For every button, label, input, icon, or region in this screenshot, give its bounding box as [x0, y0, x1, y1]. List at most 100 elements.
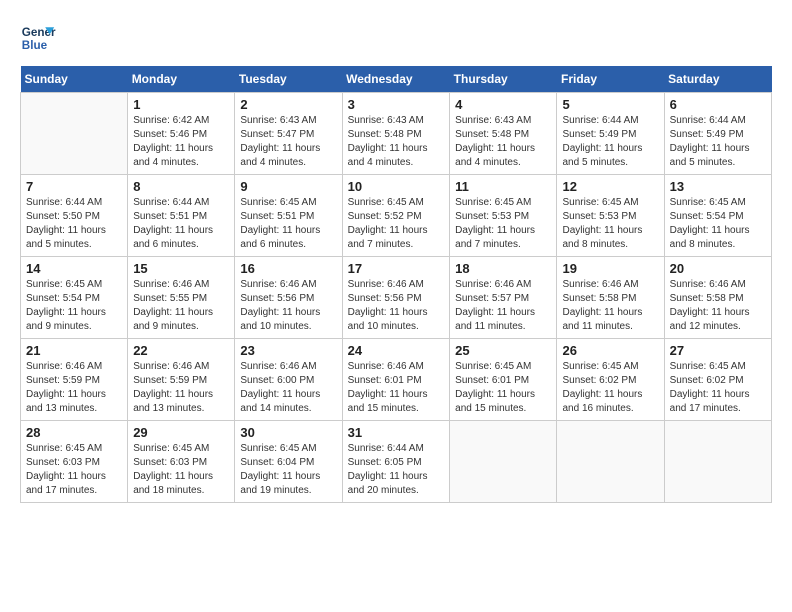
day-info: Sunrise: 6:46 AM Sunset: 5:59 PM Dayligh… — [133, 360, 229, 416]
day-number: 7 — [26, 179, 122, 194]
calendar-cell: 23Sunrise: 6:46 AM Sunset: 6:00 PM Dayli… — [235, 339, 342, 421]
day-number: 26 — [562, 343, 658, 358]
calendar-cell: 8 Sunrise: 6:44 AM Sunset: 5:51 PM Daylig… — [128, 175, 235, 257]
day-number: 5 — [562, 97, 658, 112]
calendar-body: 1 Sunrise: 6:42 AM Sunset: 5:46 PM Daylig… — [21, 93, 772, 503]
day-number: 22 — [133, 343, 229, 358]
day-number: 29 — [133, 425, 229, 440]
calendar-cell: 20 Sunrise: 6:46 AM Sunset: 5:58 PM Dayli… — [664, 257, 771, 339]
day-info: Sunrise: 6:44 AM Sunset: 5:49 PM Dayligh… — [670, 114, 766, 170]
week-row-2: 7Sunrise: 6:44 AM Sunset: 5:50 PM Daylig… — [21, 175, 772, 257]
week-row-3: 14Sunrise: 6:45 AM Sunset: 5:54 PM Dayli… — [21, 257, 772, 339]
day-info: Sunrise: 6:45 AM Sunset: 6:02 PM Dayligh… — [562, 360, 658, 416]
day-number: 8 — [133, 179, 229, 194]
calendar-cell: 16 Sunrise: 6:46 AM Sunset: 5:56 PM Dayli… — [235, 257, 342, 339]
day-info: Sunrise: 6:45 AM Sunset: 6:03 PM Dayligh… — [26, 442, 122, 498]
day-info: Sunrise: 6:44 AM Sunset: 6:05 PM Dayligh… — [348, 442, 445, 498]
day-number: 27 — [670, 343, 766, 358]
weekday-wednesday: Wednesday — [342, 66, 450, 93]
day-info: Sunrise: 6:44 AM Sunset: 5:49 PM Dayligh… — [562, 114, 658, 170]
calendar-cell: 26 Sunrise: 6:45 AM Sunset: 6:02 PM Dayli… — [557, 339, 664, 421]
day-info: Sunrise: 6:45 AM Sunset: 6:02 PM Dayligh… — [670, 360, 766, 416]
day-info: Sunrise: 6:45 AM Sunset: 6:04 PM Dayligh… — [240, 442, 336, 498]
day-info: Sunrise: 6:45 AM Sunset: 5:53 PM Dayligh… — [455, 196, 551, 252]
day-info: Sunrise: 6:45 AM Sunset: 5:53 PM Dayligh… — [562, 196, 658, 252]
logo-icon: General Blue — [20, 20, 56, 56]
weekday-sunday: Sunday — [21, 66, 128, 93]
weekday-thursday: Thursday — [450, 66, 557, 93]
week-row-4: 21 Sunrise: 6:46 AM Sunset: 5:59 PM Dayli… — [21, 339, 772, 421]
day-number: 16 — [240, 261, 336, 276]
day-number: 2 — [240, 97, 336, 112]
day-number: 31 — [348, 425, 445, 440]
day-info: Sunrise: 6:45 AM Sunset: 5:51 PM Dayligh… — [240, 196, 336, 252]
day-number: 21 — [26, 343, 122, 358]
calendar-cell: 21Sunrise: 6:46 AM Sunset: 5:59 PM Dayli… — [21, 339, 128, 421]
day-info: Sunrise: 6:43 AM Sunset: 5:47 PM Dayligh… — [240, 114, 336, 170]
day-number: 1 — [133, 97, 229, 112]
day-number: 9 — [240, 179, 336, 194]
day-number: 6 — [670, 97, 766, 112]
calendar-cell: 25Sunrise: 6:45 AM Sunset: 6:01 PM Dayli… — [450, 339, 557, 421]
day-info: Sunrise: 6:46 AM Sunset: 5:57 PM Dayligh… — [455, 278, 551, 334]
day-number: 30 — [240, 425, 336, 440]
calendar-cell: 11 Sunrise: 6:45 AM Sunset: 5:53 PM Dayli… — [450, 175, 557, 257]
day-number: 25 — [455, 343, 551, 358]
svg-text:Blue: Blue — [22, 39, 48, 52]
day-info: Sunrise: 6:45 AM Sunset: 5:54 PM Dayligh… — [26, 278, 122, 334]
weekday-friday: Friday — [557, 66, 664, 93]
calendar-cell — [557, 421, 664, 503]
day-info: Sunrise: 6:46 AM Sunset: 5:56 PM Dayligh… — [240, 278, 336, 334]
day-number: 24 — [348, 343, 445, 358]
calendar-table: SundayMondayTuesdayWednesdayThursdayFrid… — [20, 66, 772, 503]
calendar-cell: 9 Sunrise: 6:45 AM Sunset: 5:51 PM Daylig… — [235, 175, 342, 257]
day-info: Sunrise: 6:45 AM Sunset: 6:03 PM Dayligh… — [133, 442, 229, 498]
weekday-saturday: Saturday — [664, 66, 771, 93]
day-info: Sunrise: 6:46 AM Sunset: 5:55 PM Dayligh… — [133, 278, 229, 334]
day-info: Sunrise: 6:46 AM Sunset: 5:56 PM Dayligh… — [348, 278, 445, 334]
calendar-cell: 2 Sunrise: 6:43 AM Sunset: 5:47 PM Daylig… — [235, 93, 342, 175]
logo: General Blue — [20, 20, 60, 56]
day-info: Sunrise: 6:42 AM Sunset: 5:46 PM Dayligh… — [133, 114, 229, 170]
day-number: 17 — [348, 261, 445, 276]
calendar-cell: 3Sunrise: 6:43 AM Sunset: 5:48 PM Daylig… — [342, 93, 450, 175]
day-info: Sunrise: 6:46 AM Sunset: 5:58 PM Dayligh… — [562, 278, 658, 334]
day-number: 15 — [133, 261, 229, 276]
day-number: 11 — [455, 179, 551, 194]
calendar-cell: 12 Sunrise: 6:45 AM Sunset: 5:53 PM Dayli… — [557, 175, 664, 257]
calendar-cell: 31 Sunrise: 6:44 AM Sunset: 6:05 PM Dayli… — [342, 421, 450, 503]
day-number: 10 — [348, 179, 445, 194]
day-number: 12 — [562, 179, 658, 194]
weekday-tuesday: Tuesday — [235, 66, 342, 93]
day-info: Sunrise: 6:45 AM Sunset: 5:52 PM Dayligh… — [348, 196, 445, 252]
calendar-cell: 15 Sunrise: 6:46 AM Sunset: 5:55 PM Dayli… — [128, 257, 235, 339]
day-number: 18 — [455, 261, 551, 276]
calendar-cell — [664, 421, 771, 503]
day-info: Sunrise: 6:45 AM Sunset: 5:54 PM Dayligh… — [670, 196, 766, 252]
calendar-cell: 6 Sunrise: 6:44 AM Sunset: 5:49 PM Daylig… — [664, 93, 771, 175]
calendar-cell: 29 Sunrise: 6:45 AM Sunset: 6:03 PM Dayli… — [128, 421, 235, 503]
week-row-1: 1 Sunrise: 6:42 AM Sunset: 5:46 PM Daylig… — [21, 93, 772, 175]
calendar-cell: 1 Sunrise: 6:42 AM Sunset: 5:46 PM Daylig… — [128, 93, 235, 175]
page-header: General Blue — [20, 20, 772, 56]
day-number: 13 — [670, 179, 766, 194]
calendar-cell: 28 Sunrise: 6:45 AM Sunset: 6:03 PM Dayli… — [21, 421, 128, 503]
day-number: 3 — [348, 97, 445, 112]
calendar-cell: 17 Sunrise: 6:46 AM Sunset: 5:56 PM Dayli… — [342, 257, 450, 339]
day-number: 28 — [26, 425, 122, 440]
calendar-cell — [21, 93, 128, 175]
calendar-cell: 30 Sunrise: 6:45 AM Sunset: 6:04 PM Dayli… — [235, 421, 342, 503]
week-row-5: 28 Sunrise: 6:45 AM Sunset: 6:03 PM Dayli… — [21, 421, 772, 503]
calendar-cell: 7Sunrise: 6:44 AM Sunset: 5:50 PM Daylig… — [21, 175, 128, 257]
day-number: 23 — [240, 343, 336, 358]
day-info: Sunrise: 6:44 AM Sunset: 5:51 PM Dayligh… — [133, 196, 229, 252]
calendar-cell: 13 Sunrise: 6:45 AM Sunset: 5:54 PM Dayli… — [664, 175, 771, 257]
day-number: 20 — [670, 261, 766, 276]
day-number: 19 — [562, 261, 658, 276]
calendar-cell: 4Sunrise: 6:43 AM Sunset: 5:48 PM Daylig… — [450, 93, 557, 175]
weekday-monday: Monday — [128, 66, 235, 93]
calendar-cell: 24Sunrise: 6:46 AM Sunset: 6:01 PM Dayli… — [342, 339, 450, 421]
day-info: Sunrise: 6:46 AM Sunset: 5:58 PM Dayligh… — [670, 278, 766, 334]
weekday-header-row: SundayMondayTuesdayWednesdayThursdayFrid… — [21, 66, 772, 93]
calendar-cell: 10 Sunrise: 6:45 AM Sunset: 5:52 PM Dayli… — [342, 175, 450, 257]
